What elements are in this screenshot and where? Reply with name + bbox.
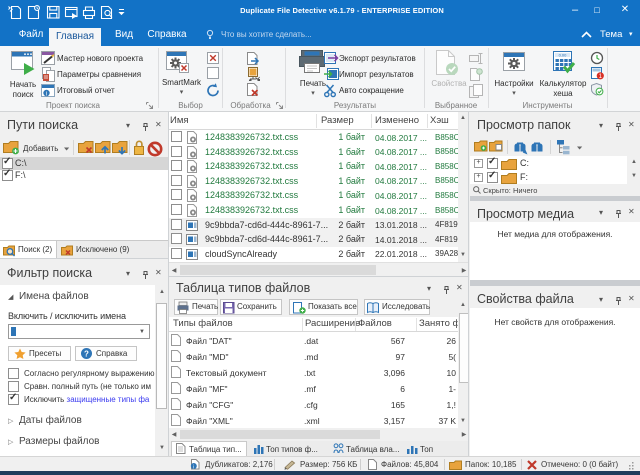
svg-text:Добавить: Добавить (23, 144, 58, 153)
svg-text:0.00: 0.00 (559, 53, 568, 58)
svg-text:?: ? (84, 349, 89, 358)
svg-text:i: i (193, 464, 194, 470)
svg-text:i: i (46, 91, 47, 97)
